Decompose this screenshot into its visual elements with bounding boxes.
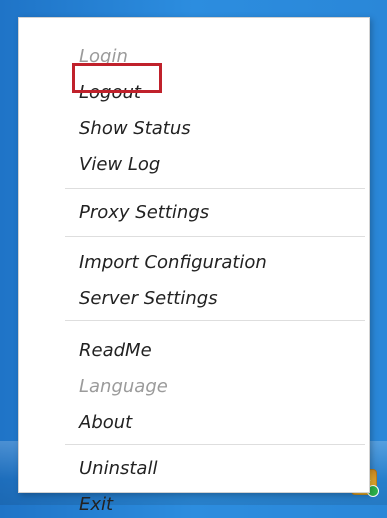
menu-item-proxy-settings[interactable]: Proxy Settings xyxy=(79,198,339,226)
menu-item-exit[interactable]: Exit xyxy=(79,490,339,518)
menu-item-about-label: About xyxy=(79,411,133,433)
menu-item-proxy-settings-label: Proxy Settings xyxy=(79,201,210,223)
menu-item-logout[interactable]: Logout xyxy=(79,78,339,106)
menu-item-readme-label: ReadMe xyxy=(79,339,152,361)
menu-item-uninstall[interactable]: Uninstall xyxy=(79,454,339,482)
menu-item-about[interactable]: About xyxy=(79,408,339,436)
menu-item-exit-label: Exit xyxy=(79,493,114,515)
menu-item-import-configuration[interactable]: Import Configuration xyxy=(79,248,339,276)
menu-item-import-configuration-label: Import Configuration xyxy=(79,251,267,273)
menu-item-view-log-label: View Log xyxy=(79,153,161,175)
menu-item-uninstall-label: Uninstall xyxy=(79,457,158,479)
menu-item-language-label: Language xyxy=(79,375,168,397)
menu-separator xyxy=(65,320,365,321)
menu-item-login[interactable]: Login xyxy=(79,42,339,70)
menu-item-language[interactable]: Language xyxy=(79,372,339,400)
menu-item-view-log[interactable]: View Log xyxy=(79,150,339,178)
menu-separator xyxy=(65,444,365,445)
menu-item-server-settings[interactable]: Server Settings xyxy=(79,284,339,312)
tray-context-menu: Login Logout Show Status View Log Proxy … xyxy=(18,17,370,515)
menu-separator xyxy=(65,188,365,189)
menu-item-show-status[interactable]: Show Status xyxy=(79,114,339,142)
menu-item-readme[interactable]: ReadMe xyxy=(79,336,339,364)
menu-item-server-settings-label: Server Settings xyxy=(79,287,218,309)
menu-item-logout-label: Logout xyxy=(79,81,141,103)
menu-content: Login Logout Show Status View Log Proxy … xyxy=(19,18,369,515)
menu-separator xyxy=(65,236,365,237)
menu-item-login-label: Login xyxy=(79,45,128,67)
menu-item-show-status-label: Show Status xyxy=(79,117,191,139)
